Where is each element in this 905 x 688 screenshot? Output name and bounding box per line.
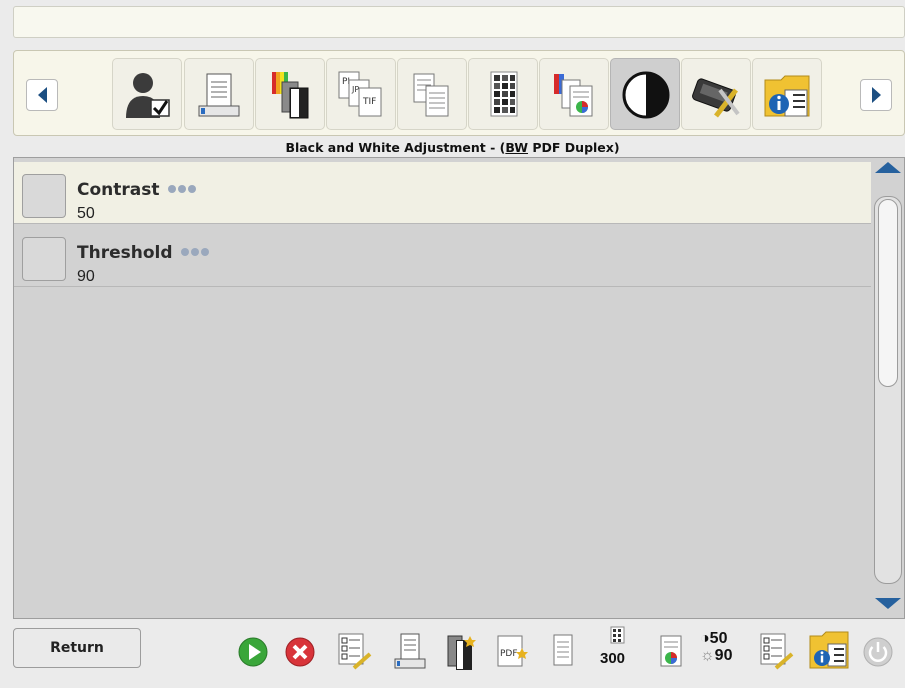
info-folder-icon	[764, 75, 810, 117]
scanner-output-icon	[198, 73, 240, 117]
cancel-icon[interactable]	[284, 636, 316, 668]
scroll-down-icon[interactable]	[875, 598, 901, 609]
tool-document-stack[interactable]	[397, 58, 467, 130]
scroll-right-button[interactable]	[860, 79, 892, 111]
user-settings-icon	[126, 73, 170, 118]
status-bar	[13, 6, 905, 38]
info-icon[interactable]	[808, 628, 850, 670]
threshold-status: ☼90	[700, 647, 746, 664]
scroll-left-button[interactable]	[26, 79, 58, 111]
contrast-status-value: 50	[709, 630, 728, 647]
scroll-thumb[interactable]	[878, 199, 898, 387]
pdf-file-type-icon[interactable]: PDF	[496, 632, 530, 672]
settings-list: Contrast 50 Threshold 90	[13, 157, 905, 619]
tool-user-settings[interactable]	[112, 58, 182, 130]
power-icon[interactable]	[862, 636, 894, 668]
bw-adjustment-status[interactable]: ◑50 ☼90	[700, 630, 746, 670]
setting-label: Contrast	[77, 178, 198, 200]
start-icon[interactable]	[237, 636, 269, 668]
page-title: Black and White Adjustment - (BW PDF Dup…	[0, 138, 905, 158]
arrow-right-icon	[871, 87, 881, 103]
setting-label-text: Contrast	[77, 180, 160, 200]
file-types-icon: PI JP TIF	[338, 71, 382, 117]
contrast-status: ◑50	[700, 630, 746, 647]
tool-color-pages[interactable]	[255, 58, 325, 130]
vertical-scrollbar[interactable]	[871, 158, 905, 618]
setting-row-threshold[interactable]: Threshold 90	[14, 225, 871, 287]
device-settings-icon	[692, 78, 740, 118]
setting-shortcut-edit-icon[interactable]	[336, 632, 372, 672]
svg-text:PDF: PDF	[500, 649, 518, 659]
contrast-small-icon: ◑	[700, 630, 710, 647]
tool-scanner-output[interactable]	[184, 58, 254, 130]
setting-value: 50	[77, 205, 95, 222]
resolution-value: 300	[600, 650, 626, 667]
title-shortcut-key: BW	[505, 140, 529, 155]
threshold-status-value: 90	[714, 647, 733, 664]
more-options-icon[interactable]	[167, 178, 198, 198]
setting-label: Threshold	[77, 241, 211, 263]
tool-info-folder[interactable]	[752, 58, 822, 130]
arrow-left-icon	[37, 87, 47, 103]
return-button[interactable]: Return	[13, 628, 141, 668]
color-pages-icon	[272, 72, 309, 119]
title-suffix: PDF Duplex)	[528, 140, 620, 155]
tool-device-settings[interactable]	[681, 58, 751, 130]
setting-label-text: Threshold	[77, 243, 173, 263]
setting-checkbox[interactable]	[22, 174, 66, 218]
tool-contrast[interactable]	[610, 58, 680, 130]
document-stack-icon	[413, 73, 449, 117]
more-options-icon[interactable]	[180, 241, 211, 261]
setting-value: 90	[77, 268, 95, 285]
resolution-icon	[490, 71, 518, 117]
scroll-track[interactable]	[874, 196, 902, 584]
title-prefix: Black and White Adjustment - (	[285, 140, 506, 155]
setting-row-contrast[interactable]: Contrast 50	[14, 162, 871, 224]
tool-color-detection[interactable]	[539, 58, 609, 130]
color-detection-icon	[554, 74, 593, 117]
svg-text:TIF: TIF	[362, 97, 376, 107]
setting-category-toolbar: PI JP TIF	[13, 50, 905, 136]
svg-text:JP: JP	[351, 85, 359, 94]
scroll-up-icon[interactable]	[875, 162, 901, 173]
shortcut-edit-icon[interactable]	[758, 632, 794, 672]
contrast-icon	[622, 71, 670, 119]
color-mode-icon[interactable]	[444, 632, 478, 672]
threshold-small-icon: ☼	[700, 647, 715, 664]
color-detection-small-icon[interactable]	[656, 632, 686, 672]
setting-checkbox[interactable]	[22, 237, 66, 281]
output-settings-icon[interactable]	[392, 632, 426, 672]
resolution-status[interactable]: 300	[598, 626, 638, 668]
tool-resolution[interactable]	[468, 58, 538, 130]
tool-file-types[interactable]: PI JP TIF	[326, 58, 396, 130]
document-icon[interactable]	[550, 632, 576, 672]
resolution-small-icon	[610, 626, 625, 644]
